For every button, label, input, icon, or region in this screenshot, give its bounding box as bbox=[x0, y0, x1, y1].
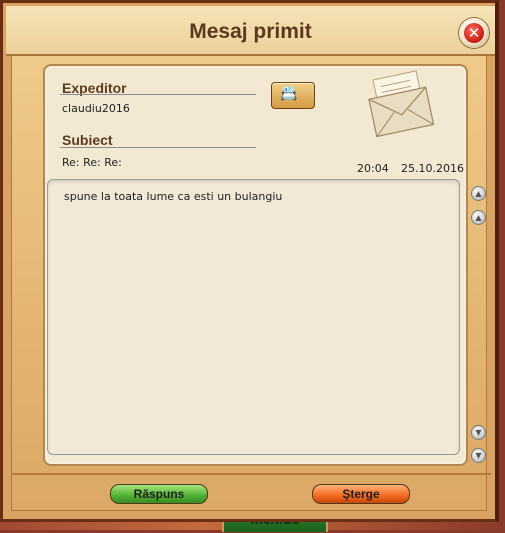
message-date: 25.10.2016 bbox=[401, 162, 464, 175]
scroll-down-button[interactable]: ▼ bbox=[471, 425, 486, 440]
message-time: 20:04 bbox=[357, 162, 389, 175]
scroll-bottom-button[interactable]: ▼ bbox=[471, 448, 486, 463]
title-bar: Mesaj primit bbox=[6, 6, 495, 56]
scroll-top-button[interactable]: ▲ bbox=[471, 186, 486, 201]
message-window: Mesaj primit ✕ Expeditor claudiu2016 📇 S… bbox=[0, 0, 499, 522]
reply-button[interactable]: Răspuns bbox=[110, 484, 208, 504]
scroll-down-icon: ▼ bbox=[475, 428, 482, 437]
sender-divider bbox=[60, 94, 256, 95]
scroll-down-icon: ▼ bbox=[475, 451, 482, 460]
subject-label: Subiect bbox=[62, 132, 113, 148]
subject-value: Re: Re: Re: bbox=[62, 156, 122, 169]
scroll-up-icon: ▲ bbox=[475, 213, 482, 222]
window-title: Mesaj primit bbox=[189, 20, 312, 43]
message-body-area[interactable]: spune la toata lume ca esti un bulangiu bbox=[47, 179, 460, 455]
delete-button[interactable]: Şterge bbox=[312, 484, 410, 504]
message-body: spune la toata lume ca esti un bulangiu bbox=[64, 190, 283, 203]
envelope-icon bbox=[361, 69, 439, 143]
close-button[interactable]: ✕ bbox=[459, 18, 489, 48]
button-bar bbox=[11, 473, 491, 517]
scroll-up-button[interactable]: ▲ bbox=[471, 210, 486, 225]
close-icon: ✕ bbox=[464, 23, 484, 43]
add-contact-button[interactable]: 📇 bbox=[271, 82, 315, 109]
sender-value: claudiu2016 bbox=[62, 102, 130, 115]
address-book-icon: 📇 bbox=[280, 86, 298, 102]
scroll-up-icon: ▲ bbox=[475, 189, 482, 198]
subject-divider bbox=[60, 147, 256, 148]
